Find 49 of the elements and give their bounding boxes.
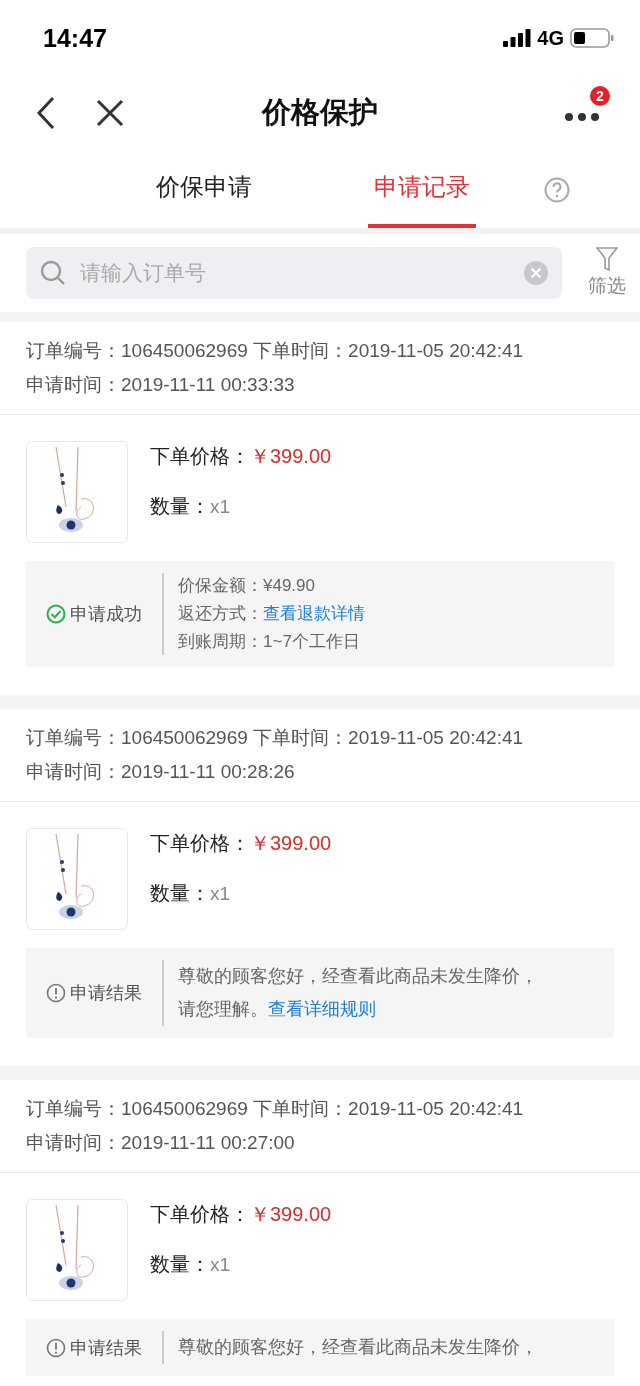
quantity-label: 数量：	[150, 494, 210, 519]
filter-icon	[596, 247, 618, 271]
quantity-label: 数量：	[150, 1252, 210, 1277]
back-icon[interactable]	[36, 96, 56, 130]
exclamation-circle-icon	[46, 1337, 66, 1358]
result-message: 尊敬的顾客您好，经查看此商品未发生降价，	[178, 1336, 539, 1359]
signal-icon	[503, 29, 532, 47]
tab[interactable]: 申请记录	[368, 150, 476, 228]
detail-link[interactable]: 查看退款详情	[263, 604, 365, 623]
quantity-value: x1	[210, 1253, 231, 1277]
page-title: 价格保护	[262, 95, 378, 130]
result-status: 申请结果	[70, 1336, 142, 1360]
quantity-label: 数量：	[150, 881, 210, 906]
price-value: ￥399.00	[250, 831, 332, 856]
result-status: 申请结果	[70, 982, 142, 1005]
result-message: 尊敬的顾客您好，经查看此商品未发生降价，请您理解。查看详细规则	[178, 965, 539, 1021]
more-icon[interactable]	[564, 112, 600, 122]
order-info: 订单编号：106450062969 下单时间：2019-11-05 20:42:41	[26, 339, 525, 363]
status-time: 14:47	[43, 23, 107, 53]
apply-time: 申请时间：2019-11-11 00:33:33	[26, 373, 296, 397]
search-input[interactable]: 请输入订单号	[78, 260, 512, 286]
detail-label: 返还方式：	[178, 604, 263, 623]
search-field[interactable]: 请输入订单号	[26, 247, 562, 299]
close-icon[interactable]	[96, 99, 124, 127]
battery-icon	[570, 28, 614, 48]
result-status: 申请成功	[70, 603, 142, 626]
notification-badge: 2	[590, 86, 610, 106]
price-label: 下单价格：	[150, 831, 250, 856]
detail-label: 价保金额：	[178, 576, 263, 595]
apply-time: 申请时间：2019-11-11 00:27:00	[26, 1131, 296, 1155]
tab[interactable]: 价保申请	[150, 150, 258, 228]
quantity-value: x1	[210, 882, 231, 906]
exclamation-circle-icon	[46, 983, 66, 1003]
detail-label: 到账周期：	[178, 632, 263, 651]
detail-value: 1~7个工作日	[263, 632, 360, 651]
price-value: ￥399.00	[250, 444, 332, 469]
check-circle-icon	[46, 604, 66, 624]
price-label: 下单价格：	[150, 1202, 250, 1227]
price-label: 下单价格：	[150, 444, 250, 469]
search-icon	[40, 260, 66, 286]
order-info: 订单编号：106450062969 下单时间：2019-11-05 20:42:41	[26, 1097, 525, 1121]
filter-button[interactable]: 筛选	[588, 247, 626, 299]
quantity-value: x1	[210, 495, 231, 519]
network-label: 4G	[537, 26, 564, 50]
rules-link[interactable]: 查看详细规则	[268, 999, 376, 1019]
apply-time: 申请时间：2019-11-11 00:28:26	[26, 760, 296, 784]
detail-value: ¥49.90	[263, 576, 315, 595]
order-info: 订单编号：106450062969 下单时间：2019-11-05 20:42:41	[26, 726, 525, 750]
price-value: ￥399.00	[250, 1202, 332, 1227]
